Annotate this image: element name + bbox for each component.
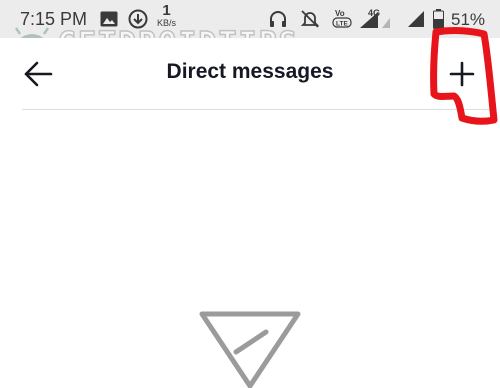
battery-percent: 51% (451, 10, 486, 29)
new-message-button[interactable] (440, 52, 484, 96)
svg-text:LTE: LTE (336, 21, 348, 28)
plus-icon (449, 61, 475, 87)
page-title: Direct messages (166, 60, 334, 83)
signal-icon-secondary (408, 11, 426, 32)
network-speed-value: 1 (162, 2, 171, 19)
mute-icon (300, 9, 320, 34)
divider (22, 109, 490, 110)
svg-text:Vo: Vo (335, 9, 345, 18)
signal-icon: 4G (356, 7, 390, 34)
battery-icon (433, 9, 444, 34)
volte-icon: Vo LTE (332, 7, 352, 34)
paper-plane-icon (199, 311, 301, 388)
